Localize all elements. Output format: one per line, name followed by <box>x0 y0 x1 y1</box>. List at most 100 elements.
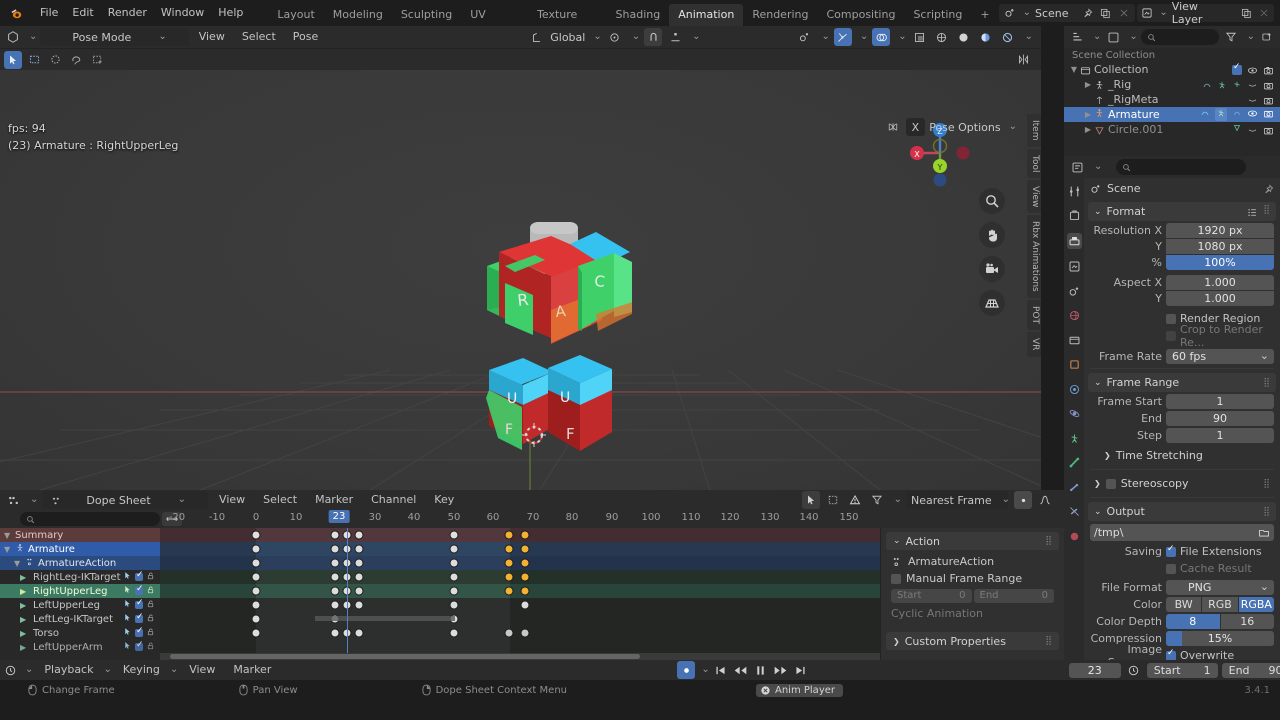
3d-viewport[interactable]: Pose Mode View Select Pose Global <box>0 26 1041 490</box>
shading-wireframe-icon[interactable] <box>933 28 951 46</box>
timeline-editor[interactable]: Playback Keying View Marker <box>0 660 1280 680</box>
bone-constraint-icon[interactable] <box>1068 505 1081 519</box>
disclosure-triangle-icon[interactable]: ▶ <box>1082 80 1094 89</box>
disclosure-triangle-icon[interactable]: ▶ <box>20 573 31 582</box>
color-option-bw[interactable]: BW <box>1166 597 1202 612</box>
output-path-field[interactable]: /tmp\ <box>1090 524 1274 541</box>
hide-arc-icon[interactable] <box>1247 78 1258 91</box>
panel-drag-handle[interactable]: ⣿ <box>1263 479 1270 489</box>
modifier-icon[interactable] <box>123 613 132 625</box>
outliner-display-mode-icon[interactable] <box>1104 28 1122 46</box>
editor-type-3dview-icon[interactable] <box>4 28 22 46</box>
dopesheet-menu-view[interactable]: View <box>212 490 252 510</box>
camera-icon[interactable] <box>1263 78 1274 91</box>
select-box-icon[interactable] <box>25 51 43 69</box>
crop-render-region-checkbox[interactable] <box>1166 330 1176 341</box>
pose-xmirror-icon[interactable] <box>1014 51 1032 69</box>
workspace-tab-sculpting[interactable]: Sculpting <box>392 4 461 26</box>
timeline-menu-keying[interactable]: Keying <box>116 660 167 680</box>
workspace-tab-modeling[interactable]: Modeling <box>324 4 392 26</box>
disclosure-triangle-icon[interactable]: ▼ <box>4 531 15 540</box>
select-circle-icon[interactable] <box>46 51 64 69</box>
action-start-field[interactable]: Start 0 <box>891 589 972 603</box>
viewlayer-icon[interactable] <box>1068 260 1081 274</box>
pose-options-label[interactable]: Pose Options <box>929 121 1000 134</box>
sidebar-tab-rbx-animations[interactable]: Rbx Animations <box>1027 215 1041 299</box>
disclosure-triangle-icon[interactable]: ▼ <box>1068 65 1080 74</box>
dopesheet-menu-marker[interactable]: Marker <box>308 490 360 510</box>
disclosure-triangle-icon[interactable]: ▶ <box>20 587 31 596</box>
overwrite-checkbox[interactable] <box>1166 648 1176 661</box>
channel-enable-checkbox[interactable] <box>135 612 144 623</box>
unlocked-padlock-icon[interactable] <box>146 599 155 612</box>
file-format-dropdown[interactable]: PNG <box>1166 579 1274 595</box>
folder-icon[interactable] <box>1258 526 1270 539</box>
prev-keyframe-icon[interactable] <box>732 663 750 678</box>
scene-collection-row[interactable]: Scene Collection <box>1064 49 1280 62</box>
sidebar-tab-view[interactable]: View <box>1027 179 1041 214</box>
armature-data-icon[interactable] <box>1068 456 1081 470</box>
collection-checkbox[interactable] <box>1232 62 1242 75</box>
unlocked-padlock-icon[interactable] <box>146 641 155 654</box>
channel-row-leftupperleg[interactable]: ▶ LeftUpperLeg <box>0 598 160 612</box>
pin-icon[interactable] <box>1263 182 1274 195</box>
workspace-tab-add[interactable]: + <box>971 4 998 26</box>
modifier-icon[interactable] <box>123 641 132 653</box>
channel-row-armature[interactable]: ▼ Armature <box>0 542 160 556</box>
dopesheet-sidebar[interactable]: ⌄ Action ⣿ ArmatureAction Manual Frame R… <box>880 528 1064 660</box>
panel-time-stretching-header[interactable]: ❯ Time Stretching <box>1098 446 1276 465</box>
viewport-menu-view[interactable]: View <box>192 27 232 47</box>
physics-icon[interactable] <box>1068 407 1081 421</box>
channel-row-action[interactable]: ▼ ArmatureAction <box>0 556 160 570</box>
menu-edit[interactable]: Edit <box>65 3 100 23</box>
workspace-tab-texture-paint[interactable]: Texture Paint <box>528 4 606 43</box>
disclosure-triangle-icon[interactable]: ▼ <box>14 559 25 568</box>
workspace-tab-uv-editing[interactable]: UV Editing <box>461 4 528 43</box>
frame-rate-dropdown[interactable]: 60 fps <box>1166 348 1274 364</box>
disclosure-triangle-icon[interactable]: ▶ <box>1082 110 1094 119</box>
material-icon[interactable] <box>1068 529 1081 543</box>
jump-to-end-icon[interactable] <box>792 663 810 678</box>
workspace-tab-compositing[interactable]: Compositing <box>817 4 904 26</box>
xray-icon[interactable] <box>911 28 929 46</box>
dope-sheet-editor[interactable]: Dope Sheet View Select Marker Channel Ke… <box>0 490 1064 660</box>
proportional-edit-icon[interactable] <box>1014 491 1032 509</box>
snap-magnet-icon[interactable] <box>644 28 663 46</box>
shading-solid-icon[interactable] <box>955 28 973 46</box>
frame-end-field[interactable]: 90 <box>1166 411 1274 426</box>
camera-icon[interactable] <box>1263 108 1274 122</box>
disclosure-triangle-icon[interactable]: ▶ <box>20 601 31 610</box>
dopesheet-keyframe-area[interactable] <box>160 528 880 660</box>
overlays-icon[interactable] <box>872 28 891 46</box>
zoom-icon[interactable] <box>979 188 1005 214</box>
modifier-icon[interactable] <box>1200 108 1210 121</box>
animation-data-icon[interactable] <box>1232 78 1242 91</box>
dopesheet-menu-select[interactable]: Select <box>256 490 304 510</box>
modifier-icon[interactable] <box>123 585 132 597</box>
disclosure-triangle-icon[interactable]: ▶ <box>20 629 31 638</box>
menu-file[interactable]: File <box>33 3 65 23</box>
outliner-row-circle[interactable]: ▶ Circle.001 <box>1064 122 1280 137</box>
dopesheet-menu-channel[interactable]: Channel <box>364 490 423 510</box>
frame-start-field[interactable]: 1 <box>1166 394 1274 409</box>
presets-icon[interactable] <box>1247 205 1258 218</box>
proportional-edit-icon[interactable] <box>666 28 684 46</box>
render-region-checkbox[interactable] <box>1166 313 1176 324</box>
resolution-percent-field[interactable]: 100% <box>1166 255 1274 270</box>
interaction-mode-selector[interactable]: Pose Mode <box>40 28 189 46</box>
pose-icon[interactable] <box>1215 108 1227 121</box>
disclosure-triangle-icon[interactable]: ▶ <box>1082 125 1094 134</box>
manual-frame-range-checkbox[interactable] <box>891 573 901 584</box>
jump-to-start-icon[interactable] <box>712 663 730 678</box>
panel-action-header[interactable]: ⌄ Action ⣿ <box>886 532 1059 550</box>
color-option-rgba[interactable]: RGBA <box>1238 597 1274 612</box>
cache-result-checkbox[interactable] <box>1166 563 1176 574</box>
snapping-dropdown[interactable]: Nearest Frame <box>906 491 1008 509</box>
disclosure-triangle-icon[interactable]: ▼ <box>4 545 15 554</box>
timeline-menu-view[interactable]: View <box>182 660 222 680</box>
eye-icon[interactable] <box>1247 63 1258 76</box>
timeline-menu-marker[interactable]: Marker <box>226 660 278 680</box>
next-keyframe-icon[interactable] <box>772 663 790 678</box>
auto-keying-icon[interactable] <box>1125 661 1143 679</box>
panel-drag-handle[interactable]: ⣿ <box>1263 378 1270 388</box>
